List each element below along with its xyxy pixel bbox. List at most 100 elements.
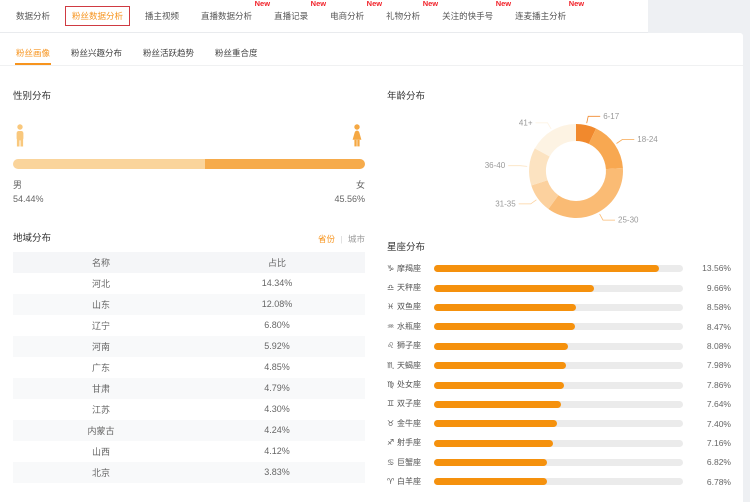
region-header: 地域分布 省份 | 城市	[13, 234, 365, 244]
top-tab-1[interactable]: 数据分析	[9, 6, 57, 27]
constellation-bar-track	[434, 343, 683, 350]
female-icon	[351, 124, 363, 152]
gender-section-title: 性别分布	[13, 92, 365, 102]
zodiac-icon-2: ♎	[387, 284, 397, 292]
constellation-bar-fill	[434, 285, 594, 292]
constellation-bar-track	[434, 304, 683, 311]
top-tab-6[interactable]: 电商分析New	[323, 6, 371, 27]
gender-ratio-bar	[13, 159, 365, 169]
region-pct-cell: 4.30%	[189, 399, 365, 420]
age-slice-label: 31-35	[495, 199, 516, 208]
sub-tab-4[interactable]: 粉丝重合度	[214, 40, 259, 66]
age-section: 年龄分布 6-1718-2425-3031-3536-4041+	[387, 92, 731, 237]
top-tab-5[interactable]: 直播记录New	[267, 6, 315, 27]
top-tab-label: 直播记录	[274, 11, 308, 21]
region-pct-cell: 14.34%	[189, 273, 365, 294]
region-table-row: 辽宁6.80%	[13, 315, 365, 336]
constellation-bar-fill	[434, 362, 566, 369]
region-name-cell: 河南	[13, 336, 189, 357]
age-label-leader-line	[536, 122, 552, 128]
toggle-divider: |	[340, 234, 342, 244]
constellation-bar-fill	[434, 401, 561, 408]
gender-section: 性别分布	[13, 92, 365, 206]
constellation-percentage: 6.78%	[693, 478, 731, 487]
constellation-name: 狮子座	[397, 342, 434, 350]
constellation-bar-track	[434, 265, 683, 272]
constellation-percentage: 7.86%	[693, 381, 731, 390]
toggle-province[interactable]: 省份	[318, 234, 335, 244]
region-pct-cell: 4.79%	[189, 378, 365, 399]
zodiac-icon-9: ♉	[387, 420, 397, 428]
age-section-title: 年龄分布	[387, 92, 731, 102]
constellation-name: 摩羯座	[397, 265, 434, 273]
region-pct-cell: 5.92%	[189, 336, 365, 357]
sub-tab-3[interactable]: 粉丝活跃趋势	[142, 40, 195, 66]
top-tab-8[interactable]: 关注的快手号New	[435, 6, 500, 27]
region-table-row: 内蒙古4.24%	[13, 420, 365, 441]
constellation-percentage: 7.98%	[693, 361, 731, 370]
constellation-bar-track	[434, 478, 683, 485]
top-tab-4[interactable]: 直播数据分析New	[194, 6, 259, 27]
top-tab-9[interactable]: 连麦播主分析New	[508, 6, 573, 27]
age-label-leader-line	[587, 116, 601, 123]
region-table-row: 北京3.83%	[13, 462, 365, 483]
constellation-row: ♋巨蟹座 6.82%	[387, 453, 731, 472]
constellation-name: 射手座	[397, 439, 434, 447]
constellation-name: 巨蟹座	[397, 459, 434, 467]
region-table-row: 山西4.12%	[13, 441, 365, 462]
top-tab-7[interactable]: 礼物分析New	[379, 6, 427, 27]
top-tab-label: 关注的快手号	[442, 11, 493, 21]
sub-tab-1[interactable]: 粉丝画像	[15, 40, 51, 66]
top-tab-label: 粉丝数据分析	[72, 11, 123, 21]
constellation-bar-fill	[434, 323, 575, 330]
top-tab-label: 电商分析	[330, 11, 364, 21]
top-tab-3[interactable]: 播主视频	[138, 6, 186, 27]
page: 数据分析 粉丝数据分析 播主视频直播数据分析New 直播记录New 电商分析New 礼物分…	[0, 0, 750, 502]
constellation-bar-fill	[434, 382, 564, 389]
constellation-row: ♑摩羯座13.56%	[387, 259, 731, 278]
toggle-city[interactable]: 城市	[348, 234, 365, 244]
constellation-row: ♈白羊座6.78%	[387, 472, 731, 491]
left-column: 性别分布	[13, 66, 365, 492]
age-label-leader-line	[508, 165, 527, 166]
region-pct-cell: 3.83%	[189, 462, 365, 483]
constellation-percentage: 8.47%	[693, 323, 731, 332]
zodiac-icon-11: ♋	[387, 459, 397, 467]
region-table-row: 甘肃4.79%	[13, 378, 365, 399]
constellation-bar-track	[434, 362, 683, 369]
age-slice-25-30	[548, 168, 623, 218]
region-table-row: 广东4.85%	[13, 357, 365, 378]
constellation-name: 天蝎座	[397, 362, 434, 370]
gender-bar-female-segment	[205, 159, 365, 169]
constellation-percentage: 6.82%	[693, 458, 731, 467]
region-table-row: 河北14.34%	[13, 273, 365, 294]
constellation-bar-track	[434, 420, 683, 427]
constellation-bar-track	[434, 440, 683, 447]
region-section-title: 地域分布	[13, 234, 51, 244]
constellation-name: 双鱼座	[397, 303, 434, 311]
gender-icons-row	[13, 124, 365, 152]
zodiac-icon-8: ♊	[387, 400, 397, 408]
constellation-percentage: 13.56%	[693, 264, 731, 273]
constellation-percentage: 8.08%	[693, 342, 731, 351]
constellation-bar-fill	[434, 420, 557, 427]
region-name-cell: 广东	[13, 357, 189, 378]
top-tab-2[interactable]: 粉丝数据分析	[65, 6, 130, 27]
region-pct-cell: 12.08%	[189, 294, 365, 315]
constellation-row: ♌狮子座8.08%	[387, 337, 731, 356]
sub-nav: 粉丝画像粉丝兴趣分布粉丝活跃趋势粉丝重合度	[0, 33, 743, 66]
top-tab-label: 礼物分析	[386, 11, 420, 21]
constellation-bar-chart: ♑摩羯座13.56%♎天秤座9.66%♓双鱼座8.58%♒水瓶座8.47%♌狮子…	[387, 259, 731, 492]
age-label-leader-line	[617, 139, 635, 143]
male-stat: 男 54.44%	[13, 178, 44, 207]
constellation-percentage: 7.64%	[693, 400, 731, 409]
zodiac-icon-7: ♍	[387, 381, 397, 389]
constellation-bar-fill	[434, 343, 568, 350]
region-name-cell: 山西	[13, 441, 189, 462]
region-name-cell: 辽宁	[13, 315, 189, 336]
region-name-cell: 山东	[13, 294, 189, 315]
constellation-bar-fill	[434, 478, 547, 485]
constellation-row: ♒水瓶座8.47%	[387, 317, 731, 336]
sub-tab-2[interactable]: 粉丝兴趣分布	[70, 40, 123, 66]
age-slice-18-24	[589, 128, 623, 169]
